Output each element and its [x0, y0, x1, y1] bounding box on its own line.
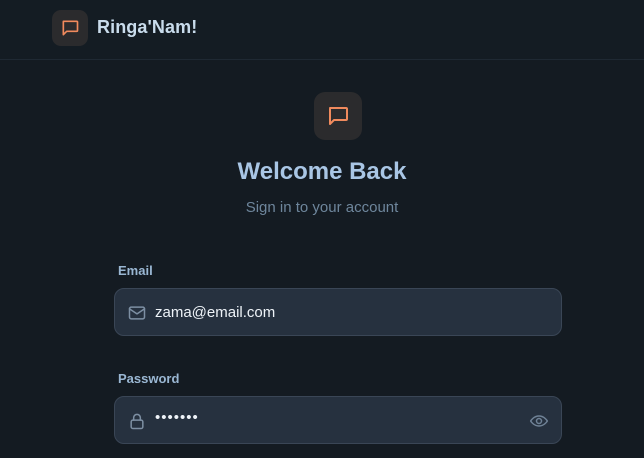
email-field[interactable]	[114, 288, 562, 336]
login-page: Ringa'Nam! Welcome Back Sign in to your …	[0, 0, 644, 458]
lock-icon	[127, 411, 147, 431]
top-bar: Ringa'Nam!	[0, 0, 644, 60]
password-label: Password	[118, 371, 180, 386]
page-title: Welcome Back	[237, 158, 407, 185]
chat-bubble-icon	[62, 20, 79, 36]
email-label: Email	[118, 263, 153, 278]
eye-icon[interactable]	[529, 411, 549, 431]
password-input[interactable]: •••••••	[155, 409, 199, 426]
app-name[interactable]: Ringa'Nam!	[97, 17, 197, 38]
email-input[interactable]	[155, 289, 525, 335]
app-logo[interactable]	[52, 10, 88, 46]
hero-logo	[314, 92, 362, 140]
page-subtitle: Sign in to your account	[245, 199, 399, 216]
mail-icon	[127, 303, 147, 323]
chat-bubble-icon	[329, 107, 348, 125]
password-field[interactable]: •••••••	[114, 396, 562, 444]
